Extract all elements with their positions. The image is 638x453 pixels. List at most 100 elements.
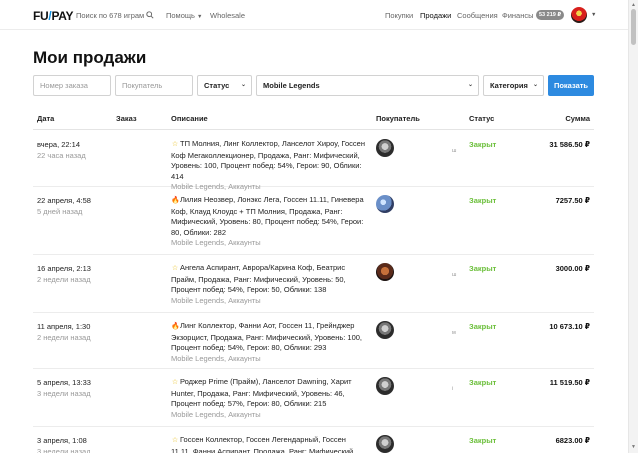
page-scrollbar[interactable]: ▲ ▼ [628,0,638,453]
row-marker: і [452,386,454,392]
buyer-avatar[interactable] [376,377,394,395]
show-button[interactable]: Показать [548,75,594,96]
row-sum: 6823.00 ₽ [555,436,590,445]
buyer-avatar[interactable] [376,321,394,339]
table-row[interactable]: вчера, 22:14 22 часа назад ☆ ТП Молния, Лин… [33,131,594,191]
help-menu[interactable]: Помощь ▼ [166,11,202,20]
row-time-ago: 22 часа назад [37,151,86,160]
chevron-down-icon: ⌄ [467,82,473,88]
buyer-avatar[interactable] [376,263,394,281]
search-games-link[interactable]: Поиск по 678 играм [76,11,144,20]
status-badge: Закрыт [469,196,497,205]
row-description-text: Роджер Prime (Прайм), Ланселот Dawning, … [171,377,352,408]
row-description[interactable]: ☆ Роджер Prime (Прайм), Ланселот Dawning,… [171,377,366,420]
status-select[interactable]: Статус ⌄ [197,75,252,96]
star-icon: ☆ [171,141,179,148]
row-description-text: Лилия Неозвер, Лонэкс Лега, Госсен 11.11… [171,195,364,237]
scroll-down-icon[interactable]: ▼ [631,444,636,450]
row-sum: 7257.50 ₽ [555,196,590,205]
status-badge: Закрыт [469,140,497,149]
top-bar: FU/PAY Поиск по 678 играм Помощь ▼ Wholes… [0,0,628,30]
logo-text-right: PAY [51,9,74,23]
scroll-up-icon[interactable]: ▲ [631,2,636,8]
buyer-avatar[interactable] [376,195,394,213]
status-badge: Закрыт [469,264,497,273]
fire-icon: 🔥 [171,197,180,204]
category-select-value: Категория [490,81,528,90]
row-date: 5 апреля, 13:33 [37,378,91,387]
row-date: вчера, 22:14 [37,140,81,149]
table-row[interactable]: 3 апреля, 1:08 3 недели назад ☆ Госсен Колл… [33,427,594,453]
row-game-category: Mobile Legends, Аккаунты [171,295,261,305]
nav-messages[interactable]: Сообщения [457,11,498,20]
status-badge: Закрыт [469,436,497,445]
row-description[interactable]: ☆ ТП Молния, Линг Коллектор, Ланселот Хир… [171,139,366,193]
row-time-ago: 3 недели назад [37,389,91,398]
column-buyer[interactable]: Покупатель [376,114,420,123]
user-avatar[interactable] [571,7,587,23]
table-row[interactable]: 22 апреля, 4:58 5 дней назад 🔥Лилия Неозве… [33,187,594,255]
table-row[interactable]: 16 апреля, 2:13 2 недели назад ☆ Ангела Асп… [33,255,594,313]
row-description[interactable]: 🔥Линг Коллектор, Фанни Аот, Госсен 11, Г… [171,321,366,364]
status-select-value: Статус [204,81,230,90]
column-status[interactable]: Статус [469,114,494,123]
table-row[interactable]: 5 апреля, 13:33 3 недели назад ☆ Роджер Pri… [33,369,594,427]
row-description[interactable]: ☆ Ангела Аспирант, Аврора/Карина Коф, Беа… [171,263,366,306]
row-description[interactable]: 🔥Лилия Неозвер, Лонэкс Лега, Госсен 11.1… [171,195,366,249]
funpay-logo[interactable]: FU/PAY [33,9,74,23]
balance-badge[interactable]: 53 219 ₽ [536,10,565,20]
fire-icon: 🔥 [171,323,180,330]
row-game-category: Mobile Legends, Аккаунты [171,353,261,363]
status-badge: Закрыт [469,322,497,331]
logo-text-left: FU [33,9,49,23]
star-icon: ☆ [171,437,179,444]
row-date: 16 апреля, 2:13 [37,264,91,273]
chevron-down-icon[interactable]: ▼ [591,12,596,18]
nav-sales[interactable]: Продажи [420,11,451,20]
row-description[interactable]: ☆ Госсен Коллектор, Госсен Легендарный, Г… [171,435,366,453]
table-row[interactable]: 11 апреля, 1:30 2 недели назад 🔥Линг Колле… [33,313,594,369]
game-select[interactable]: Mobile Legends ⌄ [256,75,479,96]
column-description[interactable]: Описание [171,114,208,123]
buyer-avatar[interactable] [376,139,394,157]
row-date: 22 апреля, 4:58 [37,196,91,205]
nav-purchases[interactable]: Покупки [385,11,413,20]
buyer-avatar[interactable] [376,435,394,453]
nav-finances[interactable]: Финансы [502,11,534,20]
buyer-input[interactable]: Покупатель [115,75,193,96]
row-time-ago: 5 дней назад [37,207,83,216]
help-menu-label: Помощь [166,11,195,20]
category-select[interactable]: Категория ⌄ [483,75,544,96]
column-sum[interactable]: Сумма [565,114,590,123]
row-description-text: Линг Коллектор, Фанни Аот, Госсен 11, Гр… [171,321,363,352]
order-number-input[interactable]: Номер заказа [33,75,111,96]
row-time-ago: 3 недели назад [37,447,91,453]
row-description-text: Госсен Коллектор, Госсен Легендарный, Го… [171,435,356,453]
star-icon: ☆ [171,379,179,386]
page-title: Мои продажи [33,48,147,67]
row-sum: 10 673.10 ₽ [549,322,590,331]
column-order[interactable]: Заказ [116,114,137,123]
table-header: Дата Заказ Описание Покупатель Статус Су… [33,108,594,130]
row-description-text: Ангела Аспирант, Аврора/Карина Коф, Беат… [171,263,346,294]
row-description-text: ТП Молния, Линг Коллектор, Ланселот Хиро… [171,139,365,181]
row-sum: 3000.00 ₽ [555,264,590,273]
row-time-ago: 2 недели назад [37,275,91,284]
scroll-thumb[interactable] [631,9,636,45]
chevron-down-icon: ▼ [196,14,203,20]
column-date[interactable]: Дата [37,114,54,123]
row-sum: 31 586.50 ₽ [549,140,590,149]
row-date: 11 апреля, 1:30 [37,322,91,331]
row-game-category: Mobile Legends, Аккаунты [171,409,261,419]
row-marker: ш [452,148,457,154]
star-icon: ☆ [171,265,179,272]
row-sum: 11 519.50 ₽ [549,378,590,387]
chevron-down-icon: ⌄ [532,82,538,88]
row-marker: ш [452,272,457,278]
search-icon[interactable] [146,11,154,19]
row-game-category: Mobile Legends, Аккаунты [171,238,261,247]
chevron-down-icon: ⌄ [240,82,246,88]
status-badge: Закрыт [469,378,497,387]
row-date: 3 апреля, 1:08 [37,436,87,445]
wholesale-link[interactable]: Wholesale [210,11,245,20]
